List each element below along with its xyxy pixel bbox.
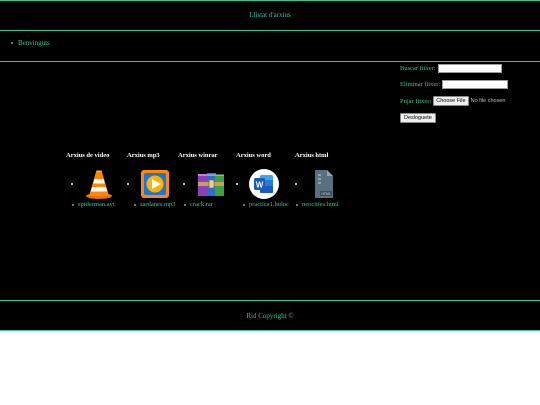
search-label: Buscar fitxer: [400, 65, 436, 72]
file-link-word[interactable]: practica1.htdoc [243, 201, 289, 208]
bullet [134, 203, 136, 206]
delete-form: Eliminar fitxer: [400, 80, 509, 89]
file-link-html[interactable]: neocities.html [296, 201, 339, 208]
upload-form: Pujar fitxer: Choose File No file chosen [400, 96, 505, 106]
file-link-video[interactable]: spiderman.avi [72, 201, 115, 208]
bullet [183, 183, 185, 185]
file-name[interactable]: sardanes.mp3 [140, 201, 176, 208]
bullet [71, 183, 73, 185]
svg-text:HTML: HTML [321, 192, 331, 196]
file-status: No file chosen [470, 98, 506, 104]
search-form: Buscar fitxer: [400, 64, 502, 73]
page-title: Llistat d'arxius [249, 11, 291, 19]
bullet [127, 183, 129, 185]
column-heading: Arxius winrar [178, 152, 218, 159]
svg-text:W: W [256, 181, 264, 190]
media-player-icon [141, 170, 169, 198]
file-link-winrar[interactable]: crack.rar [184, 201, 213, 208]
bullet [296, 203, 298, 206]
bullet [72, 203, 74, 206]
video-files-column: Arxius de video spiderman.avi [66, 152, 126, 208]
icon-row: W [236, 168, 280, 200]
choose-file-button[interactable]: Choose File [433, 96, 469, 106]
icon-row [127, 168, 171, 200]
bullet [243, 203, 245, 206]
winrar-files-column: Arxius winrar crack.rar [178, 152, 238, 208]
column-heading: Arxius word [236, 152, 271, 159]
header: Llistat d'arxius [0, 0, 540, 31]
file-name[interactable]: neocities.html [302, 201, 339, 208]
bullet [236, 183, 238, 185]
delete-label: Eliminar fitxer: [400, 81, 441, 88]
html-files-column: Arxius html HTML neocities.html [295, 152, 355, 208]
logout-button[interactable]: Desloguete [400, 113, 436, 123]
bullet [295, 183, 297, 185]
nav-bar: Benvinguts [0, 31, 540, 62]
icon-row [183, 168, 227, 200]
file-name[interactable]: spiderman.avi [78, 201, 115, 208]
nav-item-welcome[interactable]: Benvinguts [11, 39, 50, 47]
copyright-text: Rid Copyright © [246, 312, 294, 320]
word-files-column: Arxius word W practica1.htdoc [236, 152, 296, 208]
winrar-archive-icon [198, 173, 224, 196]
column-heading: Arxius html [295, 152, 329, 159]
file-link-mp3[interactable]: sardanes.mp3 [134, 201, 176, 208]
footer: Rid Copyright © [0, 300, 540, 331]
icon-row [71, 168, 115, 200]
delete-input[interactable] [442, 80, 509, 89]
bullet [184, 203, 186, 206]
upload-label: Pujar fitxer: [400, 97, 432, 105]
icon-row: HTML [295, 168, 339, 200]
search-input[interactable] [437, 64, 502, 73]
nav-list: Benvinguts [11, 39, 50, 47]
file-name[interactable]: crack.rar [190, 201, 213, 208]
html-file-icon: HTML [315, 170, 333, 198]
column-heading: Arxius de video [66, 152, 110, 159]
vlc-cone-icon [86, 170, 112, 199]
word-document-icon: W [249, 169, 279, 199]
file-name[interactable]: practica1.htdoc [249, 201, 289, 208]
